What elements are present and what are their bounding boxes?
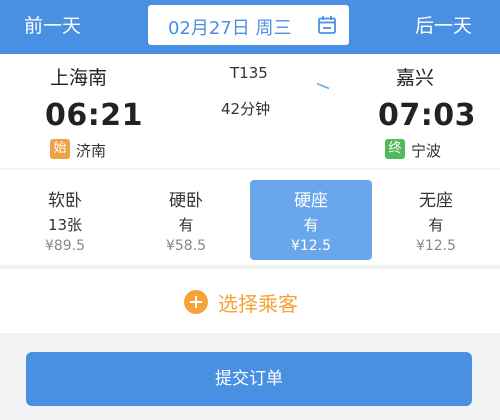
seat-availability: 有 <box>428 216 444 234</box>
origin-badge: 始 <box>50 139 70 159</box>
seat-type-selector: 软卧 13张 ¥89.5 硬卧 有 ¥58.5 硬座 有 ¥12.5 无座 有 … <box>0 170 500 265</box>
seat-price: ¥58.5 <box>165 238 207 254</box>
departure-station: 上海南 <box>50 67 108 89</box>
seat-option-hard-seat[interactable]: 硬座 有 ¥12.5 <box>250 180 372 260</box>
seat-name: 硬卧 <box>169 191 203 211</box>
seat-name: 硬座 <box>294 191 328 211</box>
calendar-icon <box>318 16 336 34</box>
trip-info-card: 上海南 T135 42分钟 嘉兴 06:21 07:03 始 济南 终 宁波 <box>0 54 500 168</box>
arrival-time: 07:03 <box>378 98 476 133</box>
terminus-badge: 终 <box>385 139 405 159</box>
prev-day-button[interactable]: 前一天 <box>24 11 81 38</box>
train-number: T135 <box>230 64 268 82</box>
submit-order-button[interactable]: 提交订单 <box>26 352 472 406</box>
route-arrow-icon <box>165 82 330 90</box>
date-nav-bar: 前一天 02月27日 周三 后一天 <box>0 0 500 54</box>
seat-price: ¥12.5 <box>290 238 332 254</box>
seat-availability: 13张 <box>47 216 83 234</box>
origin-station: 济南 <box>76 142 107 160</box>
seat-option-hard-sleeper[interactable]: 硬卧 有 ¥58.5 <box>125 180 247 260</box>
select-passenger-button[interactable]: 选择乘客 <box>0 269 500 333</box>
travel-duration: 42分钟 <box>221 100 271 118</box>
seat-option-soft-sleeper[interactable]: 软卧 13张 ¥89.5 <box>4 180 126 260</box>
plus-circle-icon <box>184 290 208 314</box>
seat-name: 软卧 <box>48 191 82 211</box>
seat-availability: 有 <box>303 216 319 234</box>
seat-price: ¥89.5 <box>44 238 86 254</box>
next-day-button[interactable]: 后一天 <box>415 11 472 38</box>
arrival-station: 嘉兴 <box>396 67 435 89</box>
terminus-station: 宁波 <box>411 142 442 160</box>
select-passenger-label: 选择乘客 <box>218 292 298 316</box>
seat-option-no-seat[interactable]: 无座 有 ¥12.5 <box>375 180 497 260</box>
date-label: 02月27日 周三 <box>168 18 292 39</box>
seat-availability: 有 <box>178 216 194 234</box>
seat-price: ¥12.5 <box>415 238 457 254</box>
date-picker[interactable]: 02月27日 周三 <box>148 5 349 45</box>
departure-time: 06:21 <box>45 98 143 133</box>
seat-name: 无座 <box>419 191 453 211</box>
